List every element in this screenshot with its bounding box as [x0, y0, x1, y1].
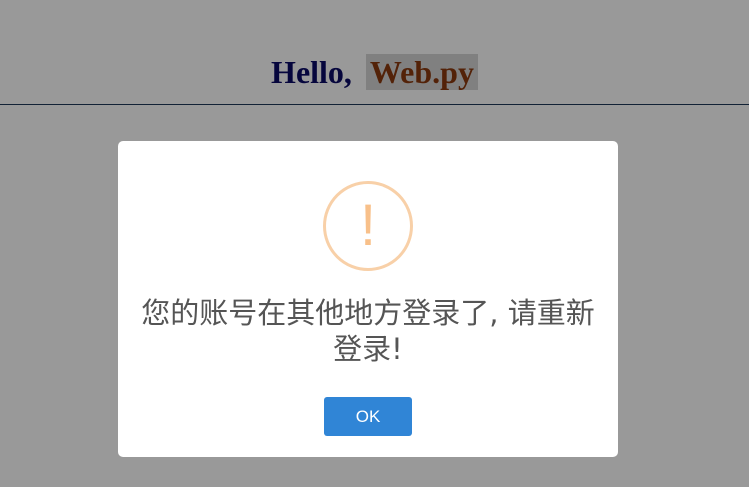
page: Hello, Web.py ! 您的账号在其他地方登录了, 请重新登录! OK	[0, 0, 749, 487]
ok-button[interactable]: OK	[324, 397, 412, 436]
alert-message: 您的账号在其他地方登录了, 请重新登录!	[141, 296, 595, 366]
alert-dialog: ! 您的账号在其他地方登录了, 请重新登录! OK	[118, 141, 618, 457]
warning-icon: !	[323, 181, 413, 271]
exclamation-mark: !	[359, 193, 377, 258]
